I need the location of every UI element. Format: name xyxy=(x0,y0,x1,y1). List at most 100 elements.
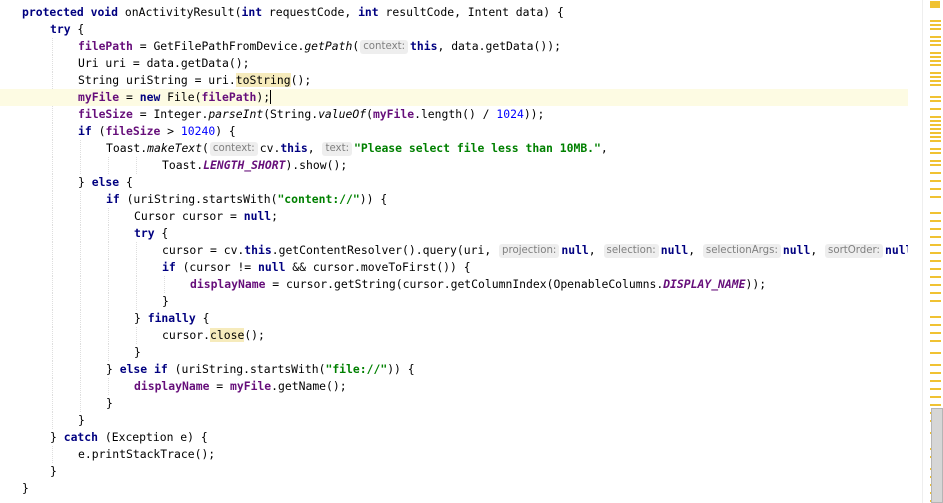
warning-marker[interactable] xyxy=(930,212,941,214)
code-line[interactable]: displayName = cursor.getString(cursor.ge… xyxy=(190,276,766,293)
indent-guide xyxy=(80,378,81,395)
code-line[interactable]: if (cursor != null && cursor.moveToFirst… xyxy=(162,259,471,276)
warning-summary-icon[interactable] xyxy=(930,1,940,8)
warning-marker[interactable] xyxy=(930,196,941,198)
parameter-hint: selection: xyxy=(603,244,659,258)
warning-marker[interactable] xyxy=(930,72,941,74)
warning-marker[interactable] xyxy=(930,292,941,294)
code-line[interactable]: try { xyxy=(134,225,168,242)
code-line[interactable]: } xyxy=(162,293,169,310)
warning-marker[interactable] xyxy=(930,20,941,22)
warning-marker[interactable] xyxy=(930,96,941,98)
code-token: (uriString.startsWith( xyxy=(119,192,278,206)
code-line[interactable]: displayName = myFile.getName(); xyxy=(134,378,347,395)
indent-guide xyxy=(108,208,109,225)
warning-marker[interactable] xyxy=(930,60,941,62)
warning-marker[interactable] xyxy=(930,260,941,262)
warning-marker[interactable] xyxy=(930,24,941,26)
warning-marker[interactable] xyxy=(930,276,941,278)
warning-marker[interactable] xyxy=(930,128,941,130)
warning-marker[interactable] xyxy=(930,76,941,78)
warning-marker[interactable] xyxy=(930,316,941,318)
warning-marker[interactable] xyxy=(930,44,941,46)
warning-marker[interactable] xyxy=(930,132,941,134)
warning-marker[interactable] xyxy=(930,380,941,382)
code-line[interactable]: } xyxy=(22,480,29,497)
parameter-hint: sortOrder: xyxy=(825,244,883,258)
warning-marker[interactable] xyxy=(930,300,941,302)
warning-marker[interactable] xyxy=(930,56,941,58)
warning-marker[interactable] xyxy=(930,352,941,354)
warning-marker[interactable] xyxy=(930,324,941,326)
warning-marker[interactable] xyxy=(930,120,941,122)
warning-marker[interactable] xyxy=(930,340,941,342)
code-line[interactable]: } xyxy=(50,463,57,480)
warning-marker[interactable] xyxy=(930,108,941,110)
warning-marker[interactable] xyxy=(930,396,941,398)
code-line[interactable]: filePath = GetFilePathFromDevice.getPath… xyxy=(78,38,561,55)
warning-marker[interactable] xyxy=(930,236,941,238)
warning-marker[interactable] xyxy=(930,252,941,254)
warning-marker[interactable] xyxy=(930,64,941,66)
indent-guide xyxy=(108,242,109,259)
code-line[interactable]: cursor = cv.this.getContentResolver().qu… xyxy=(162,242,908,259)
code-line[interactable]: if (uriString.startsWith("content://")) … xyxy=(106,191,387,208)
warning-marker[interactable] xyxy=(930,148,941,150)
code-line[interactable]: } finally { xyxy=(134,310,209,327)
code-line[interactable]: } xyxy=(106,395,113,412)
code-line[interactable]: } else { xyxy=(78,174,133,191)
code-line[interactable]: try { xyxy=(50,21,84,38)
warning-marker[interactable] xyxy=(930,388,941,390)
warning-marker[interactable] xyxy=(930,136,941,138)
warning-marker[interactable] xyxy=(930,228,941,230)
warning-marker[interactable] xyxy=(930,160,941,162)
warning-marker[interactable] xyxy=(930,364,941,366)
keyword-token: else xyxy=(91,175,120,189)
warning-marker[interactable] xyxy=(930,188,941,190)
warning-marker[interactable] xyxy=(930,100,941,102)
code-line[interactable]: } xyxy=(134,344,141,361)
code-line[interactable]: } xyxy=(78,412,85,429)
scrollbar-thumb[interactable] xyxy=(931,408,943,503)
code-line[interactable]: cursor.close(); xyxy=(162,327,265,344)
code-token: , data.getData()); xyxy=(437,39,561,53)
warning-marker[interactable] xyxy=(930,244,941,246)
warning-marker[interactable] xyxy=(930,84,941,86)
warning-marker[interactable] xyxy=(930,36,941,38)
warning-marker[interactable] xyxy=(930,220,941,222)
code-line[interactable]: Uri uri = data.getData(); xyxy=(78,55,249,72)
code-line-current[interactable]: myFile = new File(filePath); xyxy=(0,89,908,106)
warning-marker[interactable] xyxy=(930,284,941,286)
warning-marker[interactable] xyxy=(930,172,941,174)
code-line[interactable]: e.printStackTrace(); xyxy=(78,446,215,463)
code-line[interactable]: Toast.LENGTH_SHORT).show(); xyxy=(162,157,347,174)
code-line[interactable]: Toast.makeText(context: cv.this, text: "Pl… xyxy=(106,140,608,157)
code-line[interactable]: } else if (uriString.startsWith("file://… xyxy=(106,361,415,378)
warning-marker[interactable] xyxy=(930,52,941,54)
field-token: fileSize xyxy=(105,124,161,138)
code-line[interactable]: Cursor cursor = null; xyxy=(134,208,278,225)
code-line[interactable]: protected void onActivityResult(int requ… xyxy=(22,4,564,21)
warning-marker[interactable] xyxy=(930,152,941,154)
indent-guide xyxy=(52,276,53,293)
code-editor[interactable]: protected void onActivityResult(int requ… xyxy=(0,0,908,503)
code-line[interactable]: fileSize = Integer.parseInt(String.value… xyxy=(78,106,544,123)
warning-marker[interactable] xyxy=(930,372,941,374)
code-line[interactable]: String uriString = uri.toString(); xyxy=(78,72,311,89)
code-token: Toast. xyxy=(162,158,204,172)
warning-marker[interactable] xyxy=(930,164,941,166)
warning-marker[interactable] xyxy=(930,40,941,42)
keyword-token: this xyxy=(280,141,308,155)
warning-marker[interactable] xyxy=(930,268,941,270)
indent-guide xyxy=(52,38,53,55)
warning-marker[interactable] xyxy=(930,180,941,182)
warning-marker[interactable] xyxy=(930,140,941,142)
warning-marker[interactable] xyxy=(930,332,941,334)
warning-marker[interactable] xyxy=(930,80,941,82)
warning-marker[interactable] xyxy=(930,116,941,118)
warning-marker[interactable] xyxy=(930,28,941,30)
warning-marker[interactable] xyxy=(930,124,941,126)
code-line[interactable]: if (fileSize > 10240) { xyxy=(78,123,236,140)
warning-marker[interactable] xyxy=(930,404,941,406)
code-line[interactable]: } catch (Exception e) { xyxy=(50,429,208,446)
